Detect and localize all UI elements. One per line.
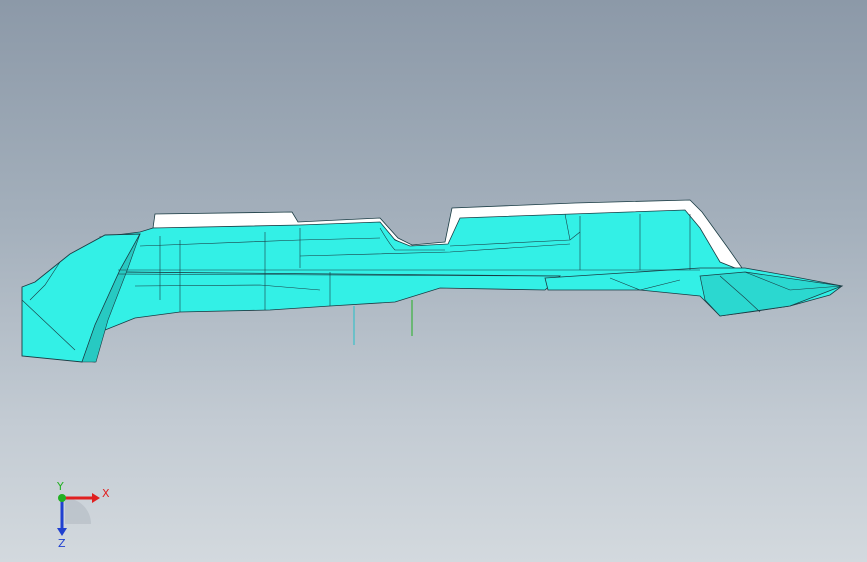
3d-part-model[interactable] <box>0 0 867 562</box>
graphics-viewport[interactable]: X Y Z <box>0 0 867 562</box>
right-nose-tip <box>699 271 844 317</box>
triad-shadow <box>65 498 91 524</box>
x-axis-head <box>92 493 100 503</box>
orientation-triad: X Y Z <box>56 480 110 548</box>
z-axis-head <box>57 528 67 536</box>
z-axis-label: Z <box>58 537 66 548</box>
y-axis-label: Y <box>56 480 64 493</box>
y-axis-dot <box>58 494 66 502</box>
main-body-lower <box>79 271 562 363</box>
x-axis-label: X <box>102 487 110 500</box>
